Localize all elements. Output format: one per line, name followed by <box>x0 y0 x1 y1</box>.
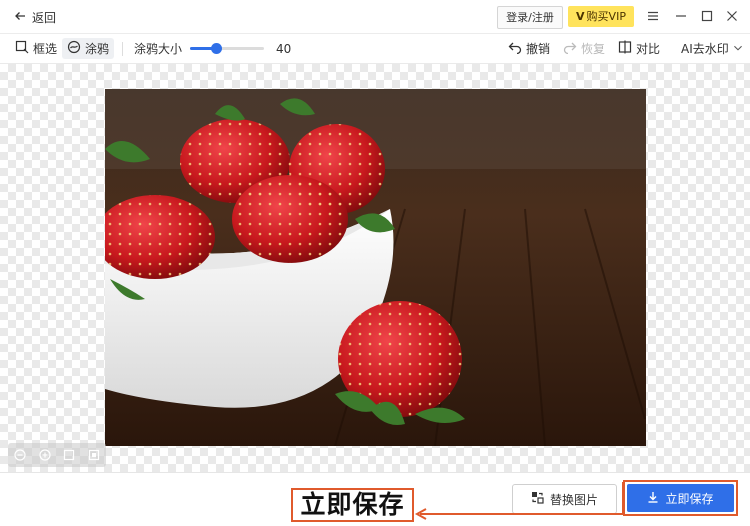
brush-label: 涂鸦 <box>85 42 110 56</box>
box-select-icon <box>15 40 29 57</box>
canvas-area[interactable] <box>0 64 750 472</box>
compare-icon <box>618 40 632 57</box>
back-button[interactable]: 返回 <box>14 9 56 26</box>
brush-size-value-group: 40 <box>271 38 296 59</box>
menu-icon[interactable] <box>645 8 661 24</box>
slider-thumb[interactable] <box>210 43 222 54</box>
ai-watermark-dropdown[interactable]: AI去水印 <box>676 38 748 59</box>
toolbar-divider <box>122 42 123 56</box>
brush-size-slider[interactable] <box>190 43 264 54</box>
compare-label: 对比 <box>636 42 661 56</box>
vip-icon: V <box>576 10 585 23</box>
brush-tool[interactable]: 涂鸦 <box>62 38 115 59</box>
vip-label: 购买VIP <box>586 10 626 23</box>
minimize-icon[interactable] <box>673 8 689 24</box>
actual-size-icon[interactable] <box>87 448 101 462</box>
brush-icon <box>67 40 81 57</box>
zoom-out-icon[interactable] <box>13 448 27 462</box>
brush-size-value: 40 <box>276 41 292 56</box>
box-select-tool[interactable]: 框选 <box>10 38 62 59</box>
download-icon <box>647 491 659 506</box>
box-select-label: 框选 <box>33 42 58 56</box>
toolbar: 框选 涂鸦 涂鸦大小 40 撤销 恢复 对比 AI去水印 <box>0 34 750 64</box>
fit-icon[interactable] <box>62 448 76 462</box>
strawberry-photo <box>105 89 646 446</box>
zoom-in-icon[interactable] <box>38 448 52 462</box>
save-now-button[interactable]: 立即保存 <box>627 484 734 512</box>
redo-button[interactable]: 恢复 <box>558 38 610 59</box>
brush-size-label: 涂鸦大小 <box>134 42 183 56</box>
title-bar: 返回 登录/注册 V 购买VIP <box>0 0 750 34</box>
brush-size-label-group: 涂鸦大小 <box>129 38 187 59</box>
buy-vip-button[interactable]: V 购买VIP <box>568 6 634 27</box>
redo-label: 恢复 <box>581 42 606 56</box>
save-label: 立即保存 <box>665 491 714 506</box>
undo-label: 撤销 <box>526 42 551 56</box>
redo-icon <box>563 40 577 57</box>
maximize-icon[interactable] <box>699 8 715 24</box>
login-register-button[interactable]: 登录/注册 <box>497 6 563 29</box>
annotation-callout: 立即保存 <box>291 488 414 522</box>
login-label: 登录/注册 <box>506 11 554 24</box>
close-icon[interactable] <box>724 8 740 24</box>
undo-icon <box>508 40 522 57</box>
compare-button[interactable]: 对比 <box>613 38 665 59</box>
back-arrow-icon <box>14 10 26 25</box>
undo-button[interactable]: 撤销 <box>503 38 555 59</box>
chevron-down-icon <box>733 42 743 56</box>
annotation-arrow <box>414 482 624 520</box>
save-highlight-frame: 立即保存 <box>623 480 738 516</box>
ai-label: AI去水印 <box>681 42 729 56</box>
back-label: 返回 <box>32 11 57 25</box>
zoom-controls <box>8 443 106 467</box>
photo-graphic <box>105 89 646 446</box>
